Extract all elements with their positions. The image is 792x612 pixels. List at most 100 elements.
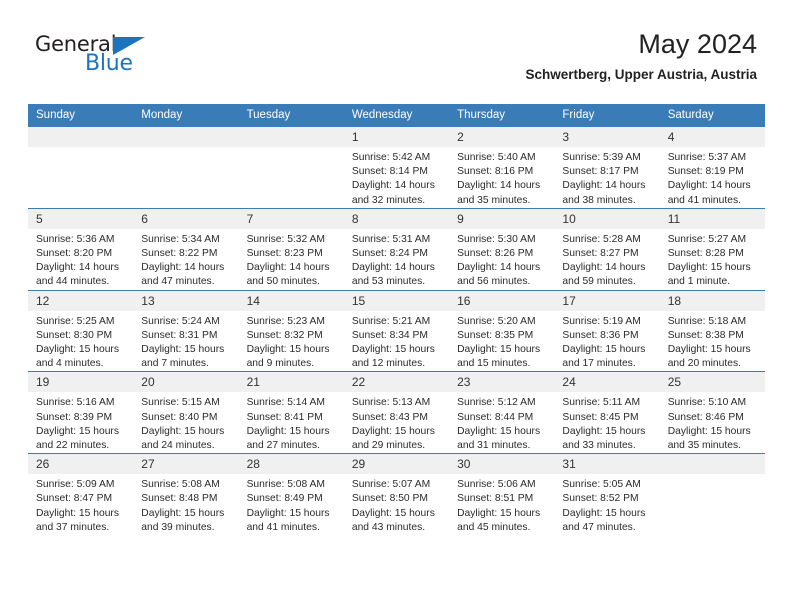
- day-details: Sunrise: 5:37 AM Sunset: 8:19 PM Daylight:…: [660, 147, 765, 208]
- sunrise-time: Sunrise: 5:05 AM: [562, 479, 641, 491]
- calendar-day-cell[interactable]: 11 Sunrise: 5:27 AM Sunset: 8:28 PM Dayligh…: [659, 207, 765, 291]
- day-number: 18: [659, 290, 765, 311]
- calendar-day-cell[interactable]: 10 Sunrise: 5:28 AM Sunset: 8:27 PM Dayligh…: [554, 207, 660, 291]
- sunrise-time: Sunrise: 5:08 AM: [246, 479, 325, 491]
- daylight-duration-line2: and 22 minutes.: [36, 440, 110, 452]
- calendar-day-cell[interactable]: 12 Sunrise: 5:25 AM Sunset: 8:30 PM Dayligh…: [28, 289, 134, 372]
- calendar-day-cell[interactable]: 9 Sunrise: 5:30 AM Sunset: 8:26 PM Daylight…: [449, 207, 555, 291]
- calendar-day-cell[interactable]: 4 Sunrise: 5:37 AM Sunset: 8:19 PM Daylight…: [659, 126, 765, 209]
- sunset-time: Sunset: 8:17 PM: [562, 166, 639, 178]
- sunset-time: Sunset: 8:51 PM: [457, 493, 534, 505]
- day-number: 6: [133, 208, 239, 229]
- day-number: 25: [659, 372, 765, 393]
- daylight-duration-line2: and 29 minutes.: [351, 440, 426, 452]
- day-details: Sunrise: 5:10 AM Sunset: 8:46 PM Daylight:…: [660, 392, 765, 453]
- calendar-day-cell[interactable]: 14 Sunrise: 5:23 AM Sunset: 8:32 PM Dayligh…: [238, 289, 344, 372]
- calendar-day-cell[interactable]: 31 Sunrise: 5:05 AM Sunset: 8:52 PM Dayligh…: [554, 453, 660, 536]
- calendar-week-row: 1 Sunrise: 5:42 AM Sunset: 8:14 PM Daylight…: [28, 126, 765, 209]
- weekday-header-monday: Monday: [133, 104, 239, 127]
- day-number: 8: [343, 208, 450, 229]
- calendar-day-cell[interactable]: 16 Sunrise: 5:20 AM Sunset: 8:35 PM Dayligh…: [449, 289, 555, 372]
- calendar-day-cell[interactable]: 22 Sunrise: 5:13 AM Sunset: 8:43 PM Dayligh…: [343, 371, 450, 454]
- calendar-day-cell[interactable]: 13 Sunrise: 5:24 AM Sunset: 8:31 PM Dayligh…: [133, 289, 239, 372]
- calendar-day-cell[interactable]: 19 Sunrise: 5:16 AM Sunset: 8:39 PM Dayligh…: [28, 371, 134, 454]
- sunrise-time: Sunrise: 5:06 AM: [457, 479, 536, 491]
- calendar-day-cell[interactable]: 1 Sunrise: 5:42 AM Sunset: 8:14 PM Daylight…: [343, 126, 450, 209]
- calendar-day-cell[interactable]: 23 Sunrise: 5:12 AM Sunset: 8:44 PM Dayligh…: [449, 371, 555, 454]
- sunset-time: Sunset: 8:43 PM: [351, 411, 428, 423]
- daylight-duration-line1: Daylight: 15 hours: [457, 425, 541, 437]
- daylight-duration-line2: and 47 minutes.: [562, 521, 636, 533]
- daylight-duration-line1: Daylight: 15 hours: [351, 425, 435, 437]
- day-number: 7: [238, 208, 344, 229]
- weekday-header-thursday: Thursday: [449, 104, 555, 127]
- calendar-day-cell[interactable]: 3 Sunrise: 5:39 AM Sunset: 8:17 PM Daylight…: [554, 126, 660, 209]
- daylight-duration-line1: Daylight: 15 hours: [246, 507, 330, 519]
- sunset-time: Sunset: 8:14 PM: [351, 166, 428, 178]
- day-number: 23: [449, 372, 555, 393]
- daylight-duration-line2: and 56 minutes.: [457, 276, 531, 288]
- day-details: Sunrise: 5:23 AM Sunset: 8:32 PM Daylight:…: [239, 311, 344, 372]
- day-details: Sunrise: 5:08 AM Sunset: 8:49 PM Daylight:…: [239, 474, 344, 535]
- day-details: Sunrise: 5:09 AM Sunset: 8:47 PM Daylight:…: [28, 474, 133, 535]
- calendar-day-cell[interactable]: 24 Sunrise: 5:11 AM Sunset: 8:45 PM Dayligh…: [554, 371, 660, 454]
- day-number: [659, 454, 765, 475]
- daylight-duration-line1: Daylight: 14 hours: [562, 180, 646, 192]
- daylight-duration-line1: Daylight: 15 hours: [562, 507, 646, 519]
- day-details: Sunrise: 5:39 AM Sunset: 8:17 PM Daylight:…: [554, 147, 659, 208]
- calendar-day-cell[interactable]: 8 Sunrise: 5:31 AM Sunset: 8:24 PM Daylight…: [343, 207, 450, 291]
- day-number: 12: [28, 290, 134, 311]
- daylight-duration-line1: Daylight: 15 hours: [667, 344, 751, 356]
- daylight-duration-line1: Daylight: 14 hours: [667, 180, 751, 192]
- daylight-duration-line2: and 44 minutes.: [36, 276, 110, 288]
- calendar-day-cell[interactable]: 26 Sunrise: 5:09 AM Sunset: 8:47 PM Dayligh…: [28, 453, 134, 536]
- day-details: Sunrise: 5:14 AM Sunset: 8:41 PM Daylight:…: [239, 392, 344, 453]
- daylight-duration-line1: Daylight: 14 hours: [457, 262, 541, 274]
- weekday-header-wednesday: Wednesday: [343, 104, 450, 127]
- sunset-time: Sunset: 8:31 PM: [141, 329, 218, 341]
- sunset-time: Sunset: 8:24 PM: [351, 248, 428, 260]
- calendar-day-cell[interactable]: 5 Sunrise: 5:36 AM Sunset: 8:20 PM Daylight…: [28, 207, 134, 291]
- calendar-day-cell[interactable]: 29 Sunrise: 5:07 AM Sunset: 8:50 PM Dayligh…: [343, 453, 450, 536]
- daylight-duration-line2: and 7 minutes.: [141, 358, 209, 370]
- calendar-day-cell[interactable]: 17 Sunrise: 5:19 AM Sunset: 8:36 PM Dayligh…: [554, 289, 660, 372]
- day-number: 11: [659, 208, 765, 229]
- weekday-header-friday: Friday: [554, 104, 660, 127]
- sunrise-time: Sunrise: 5:32 AM: [246, 233, 325, 245]
- day-number: 13: [133, 290, 239, 311]
- daylight-duration-line2: and 43 minutes.: [351, 521, 426, 533]
- calendar-day-cell[interactable]: 6 Sunrise: 5:34 AM Sunset: 8:22 PM Daylight…: [133, 207, 239, 291]
- calendar-day-cell[interactable]: 21 Sunrise: 5:14 AM Sunset: 8:41 PM Dayligh…: [238, 371, 344, 454]
- daylight-duration-line2: and 35 minutes.: [667, 440, 741, 452]
- calendar-day-cell-empty: [28, 126, 134, 209]
- calendar-day-cell[interactable]: 30 Sunrise: 5:06 AM Sunset: 8:51 PM Dayligh…: [449, 453, 555, 536]
- day-details: Sunrise: 5:15 AM Sunset: 8:40 PM Daylight:…: [133, 392, 238, 453]
- day-number: [28, 127, 134, 147]
- logo-text-blue: Blue: [85, 51, 133, 76]
- calendar-day-cell[interactable]: 7 Sunrise: 5:32 AM Sunset: 8:23 PM Daylight…: [238, 207, 344, 291]
- sunrise-time: Sunrise: 5:27 AM: [667, 233, 747, 245]
- sunset-time: Sunset: 8:23 PM: [246, 248, 323, 260]
- sunset-time: Sunset: 8:48 PM: [141, 493, 218, 505]
- calendar-day-cell[interactable]: 27 Sunrise: 5:08 AM Sunset: 8:48 PM Dayligh…: [133, 453, 239, 536]
- day-number: 17: [554, 290, 660, 311]
- day-number: 2: [449, 127, 555, 147]
- sunset-time: Sunset: 8:44 PM: [457, 411, 534, 423]
- daylight-duration-line1: Daylight: 15 hours: [667, 262, 751, 274]
- calendar-body: 1 Sunrise: 5:42 AM Sunset: 8:14 PM Daylight…: [28, 126, 765, 536]
- calendar-day-cell[interactable]: 2 Sunrise: 5:40 AM Sunset: 8:16 PM Daylight…: [449, 126, 555, 209]
- sunrise-time: Sunrise: 5:16 AM: [36, 397, 115, 409]
- day-details: Sunrise: 5:36 AM Sunset: 8:20 PM Daylight:…: [28, 229, 133, 290]
- day-details: Sunrise: 5:25 AM Sunset: 8:30 PM Daylight:…: [28, 311, 133, 372]
- calendar-day-cell[interactable]: 15 Sunrise: 5:21 AM Sunset: 8:34 PM Dayligh…: [343, 289, 450, 372]
- calendar-day-cell[interactable]: 20 Sunrise: 5:15 AM Sunset: 8:40 PM Dayligh…: [133, 371, 239, 454]
- calendar-day-cell[interactable]: 25 Sunrise: 5:10 AM Sunset: 8:46 PM Dayligh…: [659, 371, 765, 454]
- day-details: Sunrise: 5:11 AM Sunset: 8:45 PM Daylight:…: [554, 392, 659, 453]
- daylight-duration-line2: and 15 minutes.: [457, 358, 531, 370]
- calendar-day-cell[interactable]: 18 Sunrise: 5:18 AM Sunset: 8:38 PM Dayligh…: [659, 289, 765, 372]
- location-subtitle: Schwertberg, Upper Austria, Austria: [525, 67, 757, 82]
- calendar-day-cell[interactable]: 28 Sunrise: 5:08 AM Sunset: 8:49 PM Dayligh…: [238, 453, 344, 536]
- daylight-duration-line1: Daylight: 14 hours: [36, 262, 119, 274]
- daylight-duration-line1: Daylight: 14 hours: [246, 262, 330, 274]
- day-number: 1: [343, 127, 450, 147]
